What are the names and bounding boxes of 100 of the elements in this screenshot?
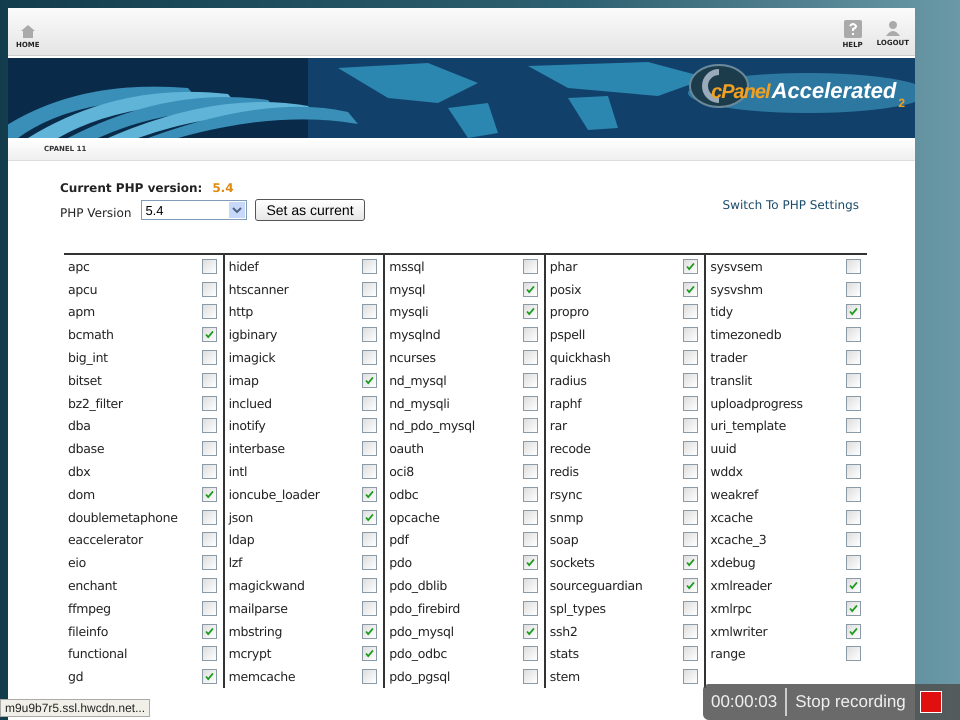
checkbox[interactable] [683,372,698,388]
checkbox[interactable] [522,282,538,297]
checkbox[interactable] [683,418,698,434]
checkbox[interactable] [362,464,378,480]
checkbox[interactable] [522,646,538,662]
checkbox[interactable] [202,418,217,434]
checkbox[interactable] [683,532,698,548]
checkbox[interactable] [846,646,861,662]
checkbox[interactable] [362,350,378,366]
checkbox[interactable] [683,464,698,480]
checkbox[interactable] [202,282,217,297]
checkbox[interactable] [683,669,698,684]
checkbox[interactable] [202,669,217,684]
checkbox[interactable] [202,486,217,502]
checkbox[interactable] [683,646,698,662]
checkbox[interactable] [846,600,861,616]
checkbox[interactable] [522,532,538,548]
checkbox[interactable] [683,327,698,342]
checkbox[interactable] [202,555,217,570]
checkbox[interactable] [846,396,861,411]
checkbox[interactable] [683,396,698,411]
checkbox[interactable] [362,646,378,662]
checkbox[interactable] [362,578,378,594]
checkbox[interactable] [362,304,378,320]
checkbox[interactable] [846,304,861,320]
stop-icon[interactable] [920,691,942,713]
home-icon[interactable] [20,25,35,38]
checkbox[interactable] [522,304,538,320]
checkbox[interactable] [362,396,378,411]
checkbox[interactable] [846,510,861,525]
checkbox[interactable] [202,646,217,662]
checkbox[interactable] [202,441,217,456]
checkbox[interactable] [362,327,378,342]
checkbox[interactable] [362,258,378,274]
checkbox[interactable] [522,350,538,366]
checkbox[interactable] [202,532,217,548]
checkbox[interactable] [522,441,538,456]
checkbox[interactable] [522,486,538,502]
checkbox[interactable] [522,669,538,684]
checkbox[interactable] [202,350,217,366]
checkbox[interactable] [202,624,217,639]
user-icon[interactable] [884,20,901,36]
checkbox[interactable] [683,486,698,502]
checkbox[interactable] [683,624,698,639]
checkbox[interactable] [362,486,378,502]
checkbox[interactable] [846,282,861,297]
checkbox[interactable] [362,282,378,297]
set-as-current-button[interactable]: Set as current [255,199,365,221]
checkbox[interactable] [202,578,217,594]
checkbox[interactable] [846,532,861,548]
checkbox[interactable] [683,304,698,320]
checkbox[interactable] [202,510,217,525]
checkbox[interactable] [846,578,861,594]
checkbox[interactable] [846,418,861,434]
checkbox[interactable] [522,258,538,274]
checkbox[interactable] [683,578,698,594]
checkbox[interactable] [846,464,861,480]
checkbox[interactable] [522,396,538,411]
checkbox[interactable] [202,396,217,411]
checkbox[interactable] [683,282,698,297]
checkbox[interactable] [683,441,698,456]
checkbox[interactable] [683,510,698,525]
checkbox[interactable] [362,624,378,639]
checkbox[interactable] [362,669,378,684]
checkbox[interactable] [362,418,378,434]
checkbox[interactable] [683,600,698,616]
checkbox[interactable] [846,441,861,456]
checkbox[interactable] [202,304,217,320]
checkbox[interactable] [846,555,861,570]
checkbox[interactable] [362,600,378,616]
checkbox[interactable] [202,258,217,274]
checkbox[interactable] [683,350,698,366]
checkbox[interactable] [202,600,217,616]
stop-recording-button[interactable]: Stop recording [795,692,906,712]
checkbox[interactable] [846,372,861,388]
checkbox[interactable] [846,327,861,342]
checkbox[interactable] [202,372,217,388]
checkbox[interactable] [202,327,217,342]
checkbox[interactable] [846,486,861,502]
checkbox[interactable] [362,555,378,570]
checkbox[interactable] [846,624,861,639]
switch-settings-link[interactable]: Switch To PHP Settings [722,198,859,212]
checkbox[interactable] [522,510,538,525]
checkbox[interactable] [522,600,538,616]
dropdown-icon[interactable] [229,202,246,218]
checkbox[interactable] [522,578,538,594]
help-icon[interactable] [844,20,862,38]
checkbox[interactable] [522,555,538,570]
checkbox[interactable] [846,258,861,274]
checkbox[interactable] [683,258,698,274]
checkbox[interactable] [362,510,378,525]
checkbox[interactable] [522,624,538,639]
checkbox[interactable] [362,372,378,388]
checkbox[interactable] [362,441,378,456]
checkbox[interactable] [522,418,538,434]
checkbox[interactable] [846,350,861,366]
php-version-select[interactable]: 5.4 [141,200,248,220]
checkbox[interactable] [522,464,538,480]
checkbox[interactable] [683,555,698,570]
checkbox[interactable] [522,327,538,342]
